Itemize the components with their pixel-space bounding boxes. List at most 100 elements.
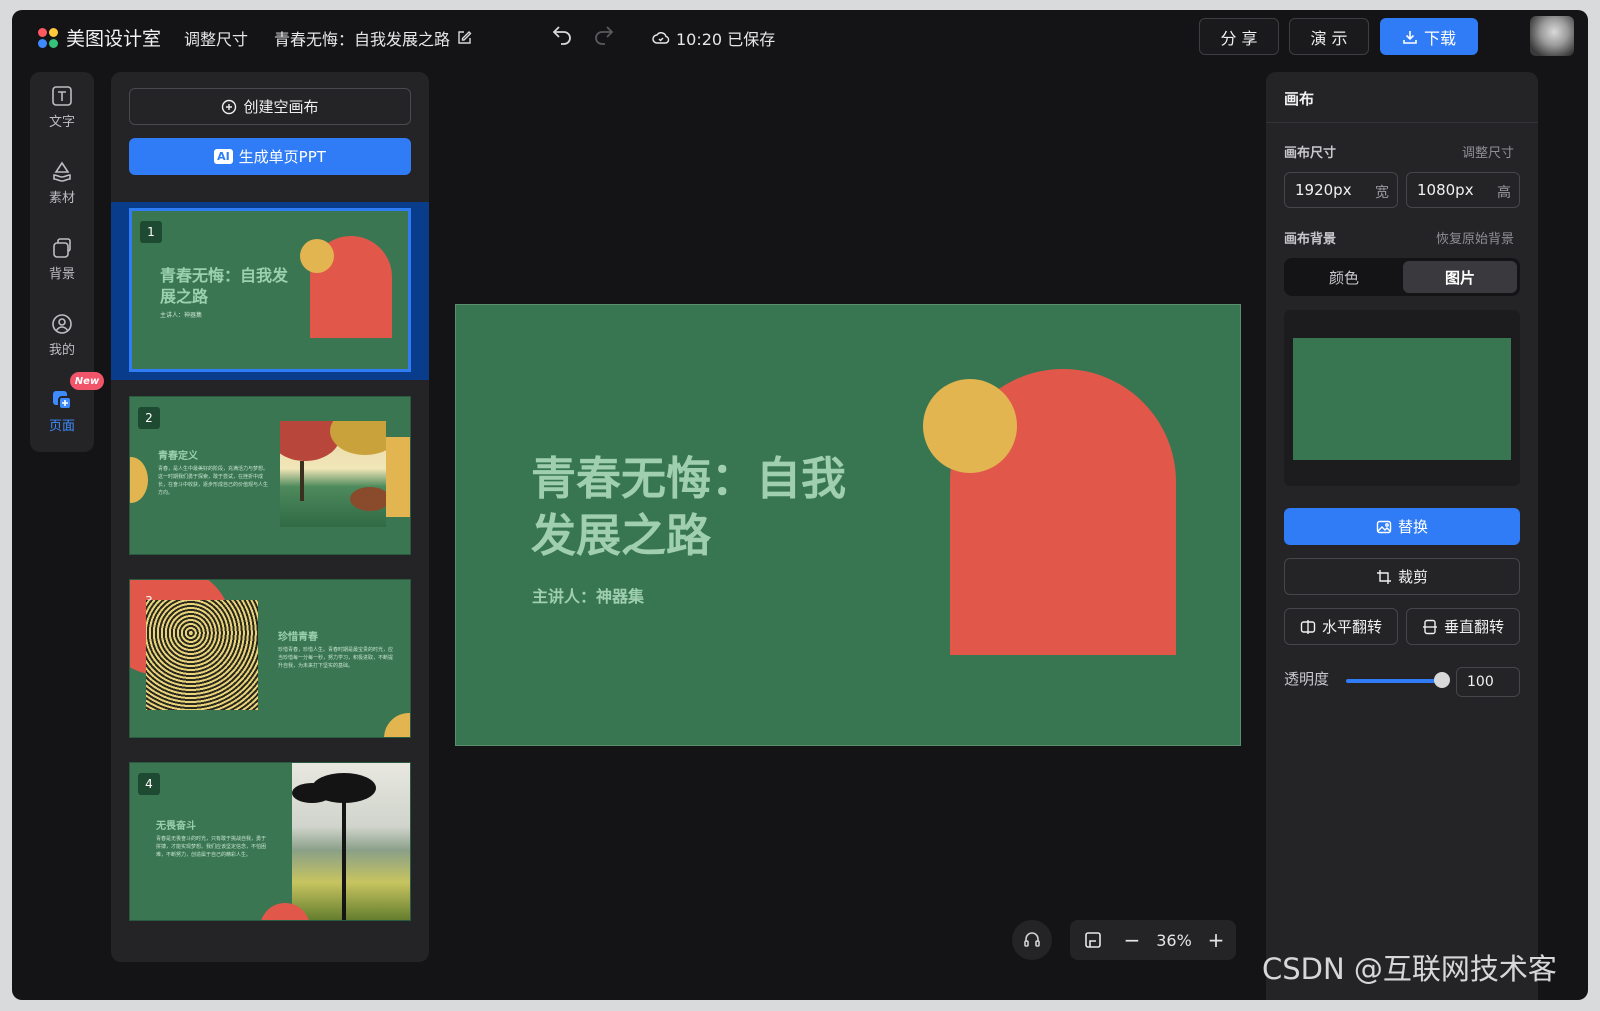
generate-ppt-label: 生成单页PPT [238,148,326,166]
rail-item-text[interactable]: 文字 [30,76,94,138]
page-number: 1 [140,221,162,243]
rail-label-pages: 页面 [48,419,75,434]
doc-title-text: 青春无悔：自我发展之路 [274,30,451,49]
height-field[interactable]: 1080px 高 [1406,172,1520,208]
thumb-yellow-bar [386,437,410,517]
fit-screen-button[interactable] [1070,920,1116,960]
user-icon [52,314,72,334]
fit-screen-icon [1085,932,1101,948]
rail-item-materials[interactable]: 素材 [30,152,94,214]
zoom-controls: − 36% + [1070,920,1236,960]
redo-icon[interactable] [592,24,616,48]
thumb-landscape-image [280,421,386,527]
height-value: 1080px [1417,181,1474,199]
present-button[interactable]: 演 示 [1289,18,1369,55]
slide-title-line-1: 青春无悔：自我 [531,452,847,505]
thumb-starry-image [146,600,258,710]
width-unit: 宽 [1375,185,1389,201]
rail-item-background[interactable]: 背景 [30,228,94,290]
thumb-title: 珍惜青春 [278,632,318,643]
brand[interactable]: 美图设计室 [38,24,161,51]
headset-icon [1024,932,1040,947]
opacity-label: 透明度 [1284,670,1330,688]
page-thumb-3[interactable]: 3 珍惜青春 珍惜青春，珍惜人生。青春时期是最宝贵的时光，应当珍惜每一分每一秒，… [129,579,411,738]
ai-icon: AI [214,149,233,164]
background-icon [53,238,71,258]
width-value: 1920px [1295,181,1352,199]
tool-rail: 文字 素材 背景 我的 页面 [30,72,94,452]
reset-background-link[interactable]: 恢复原始背景 [1436,228,1514,247]
resize-link[interactable]: 调整尺寸 [1462,142,1514,161]
slide-canvas[interactable]: 青春无悔：自我 发展之路 主讲人：神器集 [455,304,1241,746]
thumb-title: 青春定义 [158,451,198,462]
replace-button[interactable]: 替换 [1284,508,1520,545]
undo-icon[interactable] [550,24,574,48]
crop-button[interactable]: 裁剪 [1284,558,1520,595]
app-name: 美图设计室 [66,28,162,50]
canvas-size-label: 画布尺寸 [1284,146,1337,161]
page-thumb-4[interactable]: 4 无畏奋斗 青春是无畏奋斗的时光，只有敢于挑战自我，勇于拼搏，才能实现梦想。我… [129,762,411,921]
avatar[interactable] [1530,16,1574,56]
tab-color[interactable]: 颜色 [1287,261,1401,293]
page-number: 2 [138,407,160,429]
thumb-title: 青春无悔：自我发展之路 [160,266,289,306]
thumb-half-circle [130,457,148,503]
download-button[interactable]: 下载 [1380,18,1478,55]
zoom-level[interactable]: 36% [1148,920,1200,960]
zoom-out-button[interactable]: − [1116,920,1148,960]
cloud-saved-icon [652,32,670,44]
flip-vertical-icon [1422,619,1437,634]
generate-ppt-button[interactable]: AI 生成单页PPT [129,138,411,175]
zoom-in-button[interactable]: + [1200,920,1232,960]
page-thumb-2[interactable]: 2 青春定义 青春，是人生中最美好的阶段，充满活力与梦想。这一时期我们勇于探索，… [129,396,411,555]
thumb-palm-image [292,763,410,920]
text-icon [52,86,72,106]
thumb-body: 青春是无畏奋斗的时光，只有敢于挑战自我，勇于拼搏，才能实现梦想。我们应该坚定信念… [156,836,267,858]
sun-circle-shape[interactable] [923,379,1017,473]
opacity-input[interactable]: 100 [1456,667,1520,697]
download-label: 下载 [1423,28,1456,48]
properties-panel: 画布 画布尺寸 调整尺寸 1920px 宽 1080px 高 画布背景 恢复原始… [1266,72,1538,1000]
thumb-sun-shape [300,239,334,273]
flip-vertical-label: 垂直翻转 [1443,618,1504,636]
flip-vertical-button[interactable]: 垂直翻转 [1406,608,1520,645]
app-window: 美图设计室 调整尺寸 青春无悔：自我发展之路 10:20 已保存 分 享 演 示 [12,10,1588,1000]
flip-horizontal-icon [1300,619,1316,634]
resize-menu[interactable]: 调整尺寸 [184,26,248,50]
page-number: 4 [138,773,160,795]
background-preview-image [1293,338,1511,460]
rail-item-mine[interactable]: 我的 [30,304,94,366]
opacity-slider[interactable] [1346,679,1442,683]
opacity-slider-handle[interactable] [1434,672,1450,688]
slide-subtitle[interactable]: 主讲人：神器集 [532,583,644,607]
share-button[interactable]: 分 享 [1199,18,1279,55]
thumb-subtitle: 主讲人：神器集 [160,312,203,319]
image-icon [1376,520,1392,533]
panel-title: 画布 [1284,90,1315,108]
height-unit: 高 [1497,185,1511,201]
app-logo-icon [38,27,58,48]
doc-title[interactable]: 青春无悔：自我发展之路 [274,26,472,50]
download-icon [1403,30,1417,44]
create-blank-canvas-button[interactable]: 创建空画布 [129,88,411,125]
page-thumb-1[interactable]: 1 青春无悔：自我发展之路 主讲人：神器集 [129,208,411,372]
crop-label: 裁剪 [1397,568,1428,586]
rail-label-background: 背景 [48,267,75,282]
background-preview [1284,310,1520,486]
replace-label: 替换 [1397,518,1428,536]
edit-icon [458,31,472,44]
save-status-text: 10:20 已保存 [676,30,776,49]
support-button[interactable] [1012,920,1052,960]
tab-image[interactable]: 图片 [1403,261,1517,293]
flip-horizontal-button[interactable]: 水平翻转 [1284,608,1398,645]
slide-title[interactable]: 青春无悔：自我 发展之路 [531,450,911,564]
rail-label-materials: 素材 [48,191,75,206]
top-bar: 美图设计室 调整尺寸 青春无悔：自我发展之路 10:20 已保存 分 享 演 示 [12,10,1588,62]
shapes-icon [53,161,71,182]
rail-label-text: 文字 [48,115,75,130]
divider [1266,122,1538,123]
width-field[interactable]: 1920px 宽 [1284,172,1398,208]
thumb-title: 无畏奋斗 [156,821,196,832]
thumb-body: 珍惜青春，珍惜人生。青春时期是最宝贵的时光，应当珍惜每一分每一秒，努力学习，积极… [278,647,394,669]
background-type-toggle: 颜色 图片 [1284,258,1520,296]
